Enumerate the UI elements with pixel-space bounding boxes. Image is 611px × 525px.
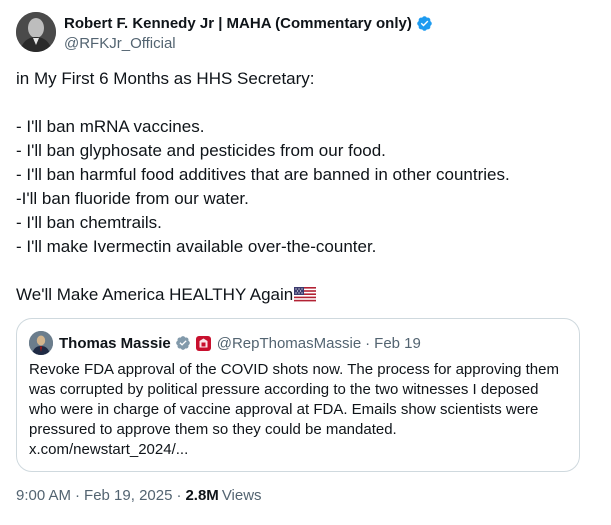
tweet: Robert F. Kennedy Jr | MAHA (Commentary …: [0, 0, 611, 525]
tweet-closing-line: We'll Make America HEALTHY Again: [16, 283, 596, 307]
quoted-avatar[interactable]: [29, 331, 53, 355]
separator-dot: ·: [365, 334, 371, 352]
verified-gray-badge-icon[interactable]: [175, 335, 191, 351]
quoted-date[interactable]: Feb 19: [374, 335, 421, 352]
quoted-tweet-header: Thomas Massie @RepThomasMassie · Feb 19: [29, 331, 421, 355]
separator-dot: ·: [75, 487, 81, 504]
tweet-closing-text: We'll Make America HEALTHY Again: [16, 285, 294, 304]
author-row: Robert F. Kennedy Jr | MAHA (Commentary …: [16, 12, 433, 56]
quoted-handle[interactable]: @RepThomasMassie: [217, 335, 361, 352]
views-count[interactable]: 2.8M: [185, 487, 218, 504]
quoted-line: was corrupted by political pressure acco…: [29, 381, 539, 398]
us-flag-icon: [294, 287, 317, 303]
tweet-time[interactable]: 9:00 AM: [16, 487, 71, 504]
author-display-name[interactable]: Robert F. Kennedy Jr | MAHA (Commentary …: [64, 15, 412, 32]
tweet-line: -I'll ban fluoride from our water.: [16, 189, 249, 208]
quoted-line: who were in charge of vaccine approval a…: [29, 401, 539, 418]
tweet-line: in My First 6 Months as HHS Secretary:: [16, 69, 315, 88]
tweet-metadata: 9:00 AM · Feb 19, 2025 · 2.8M Views: [16, 487, 262, 504]
tweet-line: - I'll ban glyphosate and pesticides fro…: [16, 141, 386, 160]
quoted-line: pressured to approve them so they could …: [29, 421, 397, 438]
quoted-tweet[interactable]: Thomas Massie @RepThomasMassie · Feb 19 …: [16, 318, 580, 472]
separator-dot: ·: [176, 487, 182, 504]
tweet-line: - I'll ban harmful food additives that a…: [16, 165, 510, 184]
quoted-link[interactable]: x.com/newstart_2024/...: [29, 440, 574, 460]
tweet-line: - I'll ban mRNA vaccines.: [16, 117, 205, 136]
tweet-line: - I'll ban chemtrails.: [16, 213, 162, 232]
quoted-display-name[interactable]: Thomas Massie: [59, 335, 171, 352]
tweet-date[interactable]: Feb 19, 2025: [84, 487, 172, 504]
tweet-line: - I'll make Ivermectin available over-th…: [16, 237, 377, 256]
author-handle[interactable]: @RFKJr_Official: [64, 34, 433, 54]
quoted-line: Revoke FDA approval of the COVID shots n…: [29, 361, 559, 378]
verified-badge-icon[interactable]: [416, 15, 433, 32]
government-affiliation-icon[interactable]: [195, 335, 211, 351]
tweet-text: in My First 6 Months as HHS Secretary: -…: [16, 67, 596, 307]
quoted-tweet-text: Revoke FDA approval of the COVID shots n…: [29, 360, 574, 460]
avatar[interactable]: [16, 12, 56, 52]
views-label: Views: [221, 487, 262, 504]
